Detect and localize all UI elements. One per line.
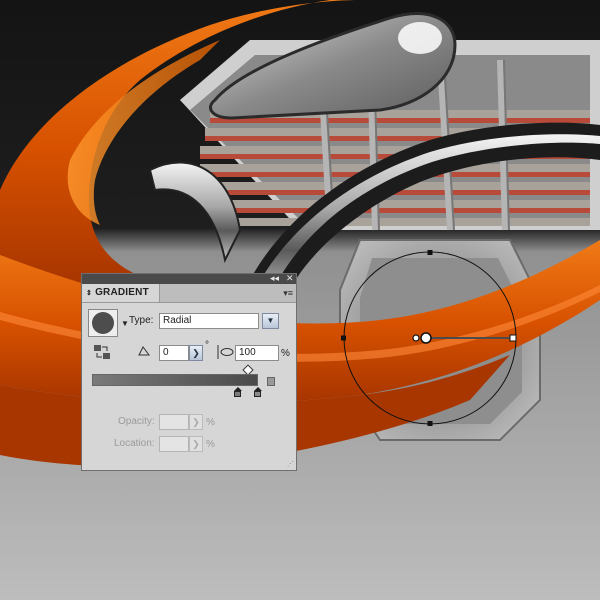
opacity-unit: % <box>206 417 215 428</box>
panel-menu-icon[interactable]: ▾≡ <box>283 288 293 299</box>
type-select[interactable]: Radial <box>159 313 259 329</box>
aspect-ratio-unit: % <box>281 348 290 359</box>
gradient-stop-start[interactable] <box>234 387 243 397</box>
angle-unit: ° <box>205 340 209 351</box>
angle-dropdown-icon[interactable]: ❯ <box>189 345 203 361</box>
tab-gradient[interactable]: ⇕ GRADIENT <box>82 284 160 302</box>
opacity-input[interactable] <box>159 414 189 430</box>
gradient-panel: ◂◂ ✕ ⇕ GRADIENT ▾≡ ▼ Type: Radial ▼ 0 ❯ … <box>81 273 297 471</box>
location-dropdown-icon[interactable]: ❯ <box>189 436 203 452</box>
tab-arrows-icon: ⇕ <box>86 290 93 297</box>
type-label: Type: <box>129 315 154 326</box>
tab-gradient-label: GRADIENT <box>95 287 149 298</box>
angle-input[interactable]: 0 <box>159 345 189 361</box>
gradient-stop-end[interactable] <box>254 387 263 397</box>
resize-grip-icon[interactable]: ⋰ <box>287 460 294 468</box>
location-label: Location: <box>114 438 155 449</box>
collapse-icon[interactable]: ◂◂ <box>270 273 279 284</box>
aspect-ratio-icon <box>217 345 234 359</box>
gradient-swatch-preview <box>92 312 114 334</box>
location-unit: % <box>206 439 215 450</box>
delete-stop-icon[interactable] <box>267 377 275 386</box>
close-icon[interactable]: ✕ <box>286 273 294 284</box>
opacity-dropdown-icon[interactable]: ❯ <box>189 414 203 430</box>
panel-tab-row: ⇕ GRADIENT ▾≡ <box>82 284 296 303</box>
location-input[interactable] <box>159 436 189 452</box>
opacity-label: Opacity: <box>118 416 155 427</box>
gradient-swatch[interactable] <box>88 309 118 337</box>
swatch-dropdown-icon[interactable]: ▼ <box>121 319 129 328</box>
type-select-chevron-icon[interactable]: ▼ <box>262 313 279 329</box>
aspect-ratio-input[interactable]: 100 <box>235 345 279 361</box>
angle-icon <box>138 346 150 356</box>
gradient-slider[interactable] <box>92 374 258 386</box>
reverse-gradient-icon[interactable] <box>93 344 111 360</box>
panel-title-bar[interactable]: ◂◂ ✕ <box>82 273 296 284</box>
